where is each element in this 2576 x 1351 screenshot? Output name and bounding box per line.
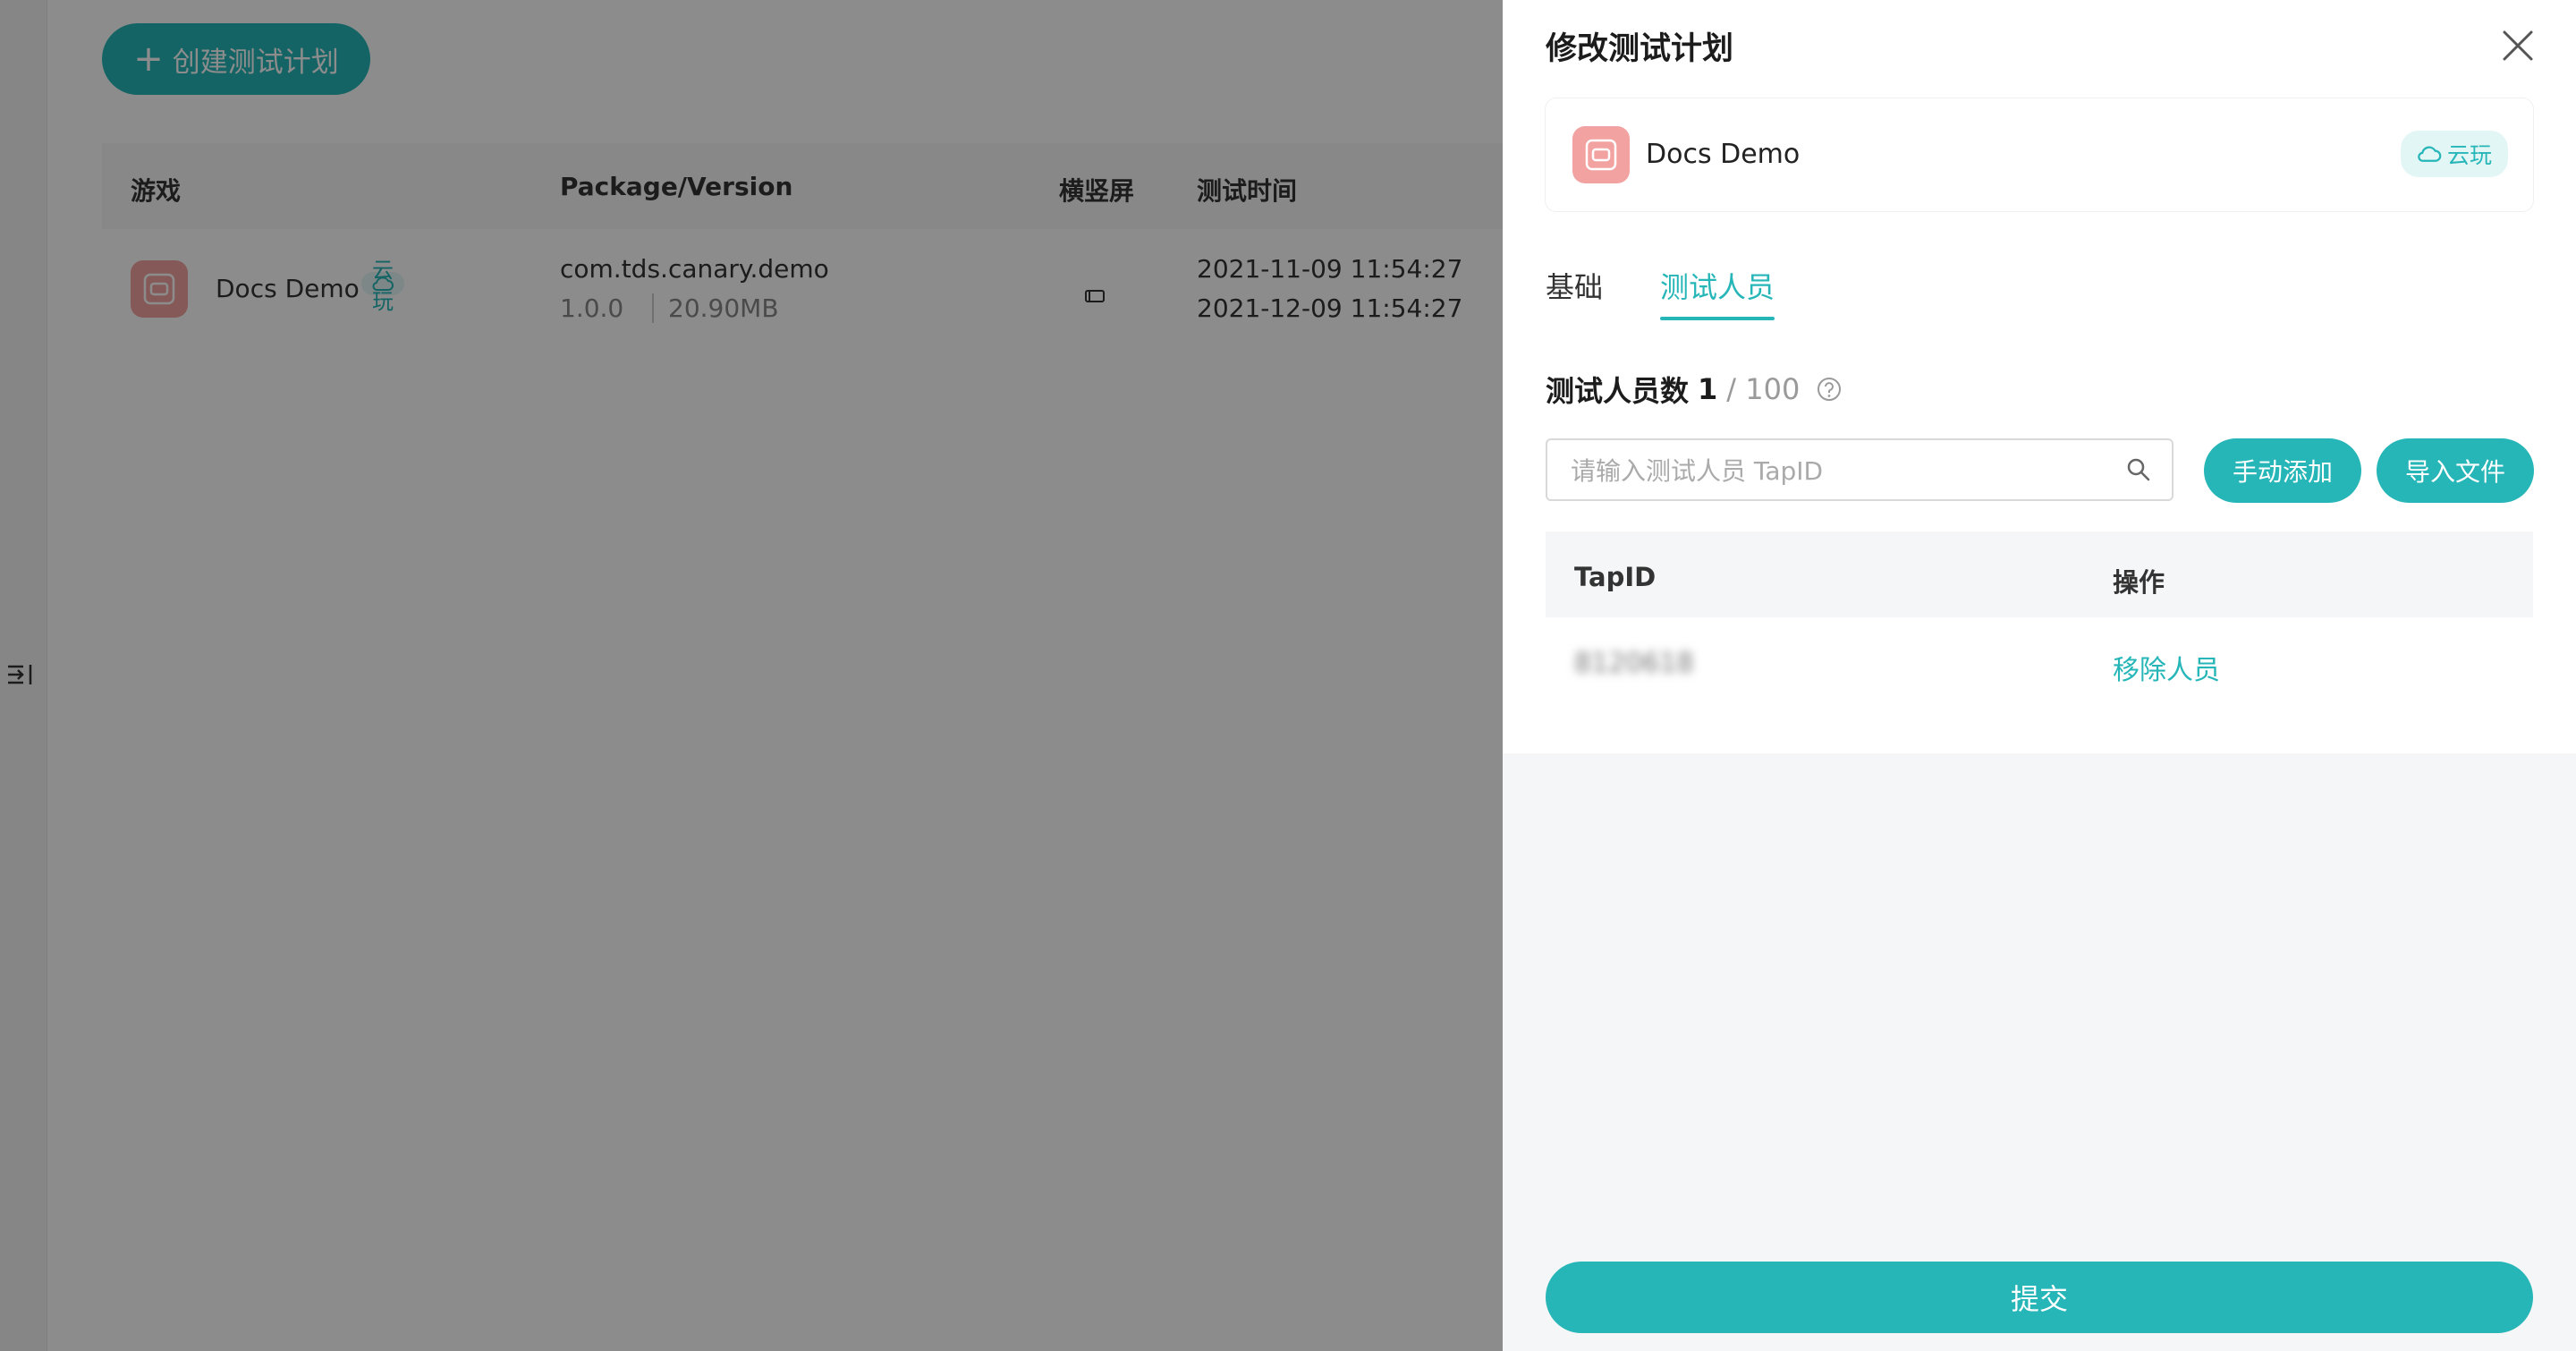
manual-add-button[interactable]: 手动添加 [2204, 438, 2361, 503]
game-name: Docs Demo [1646, 139, 1801, 170]
tab-strip: 基础 测试人员 [1503, 242, 2576, 327]
column-header-action: 操作 [2113, 567, 2165, 598]
tester-table: TapID 操作 8120618 移除人员 [1546, 531, 2533, 712]
game-card: Docs Demo 云玩 [1546, 98, 2533, 211]
tab-basic[interactable]: 基础 [1546, 265, 1603, 306]
edit-test-plan-drawer: 修改测试计划 Docs Demo 云玩 基础 测试人员 测试人员数 1 / 10… [1503, 0, 2576, 1351]
tester-count-label: 测试人员数 [1546, 374, 1690, 408]
modal-overlay[interactable] [0, 0, 1503, 1351]
testers-panel: 测试人员数 1 / 100 手动添加 导入文件 TapID 操作 [1503, 327, 2576, 753]
submit-button[interactable]: 提交 [1546, 1262, 2533, 1333]
drawer-header: 修改测试计划 Docs Demo 云玩 [1503, 0, 2576, 242]
tester-search-box [1546, 438, 2174, 501]
tester-count-current: 1 [1698, 372, 1718, 406]
remove-tester-link[interactable]: 移除人员 [2113, 648, 2220, 687]
cloud-play-tag-label: 云玩 [2446, 142, 2492, 168]
cloud-icon [2418, 146, 2442, 162]
tester-table-header: TapID 操作 [1546, 531, 2533, 617]
drawer-title: 修改测试计划 [1546, 31, 1734, 67]
help-icon[interactable] [1816, 376, 1843, 403]
search-icon[interactable] [2125, 456, 2152, 483]
close-icon[interactable] [2497, 25, 2538, 66]
tab-testers[interactable]: 测试人员 [1660, 265, 1775, 306]
table-row: 8120618 移除人员 [1546, 617, 2533, 712]
game-icon [1572, 126, 1630, 183]
tester-count: 测试人员数 1 / 100 [1546, 369, 1843, 410]
column-header-tapid: TapID [1574, 562, 1657, 592]
import-file-button[interactable]: 导入文件 [2377, 438, 2534, 503]
cloud-play-tag: 云玩 [2400, 131, 2508, 177]
tester-tapid: 8120618 [1574, 648, 1694, 679]
tester-count-max: / 100 [1726, 372, 1801, 406]
tester-search-input[interactable] [1569, 440, 2109, 501]
active-tab-indicator [1660, 317, 1775, 320]
